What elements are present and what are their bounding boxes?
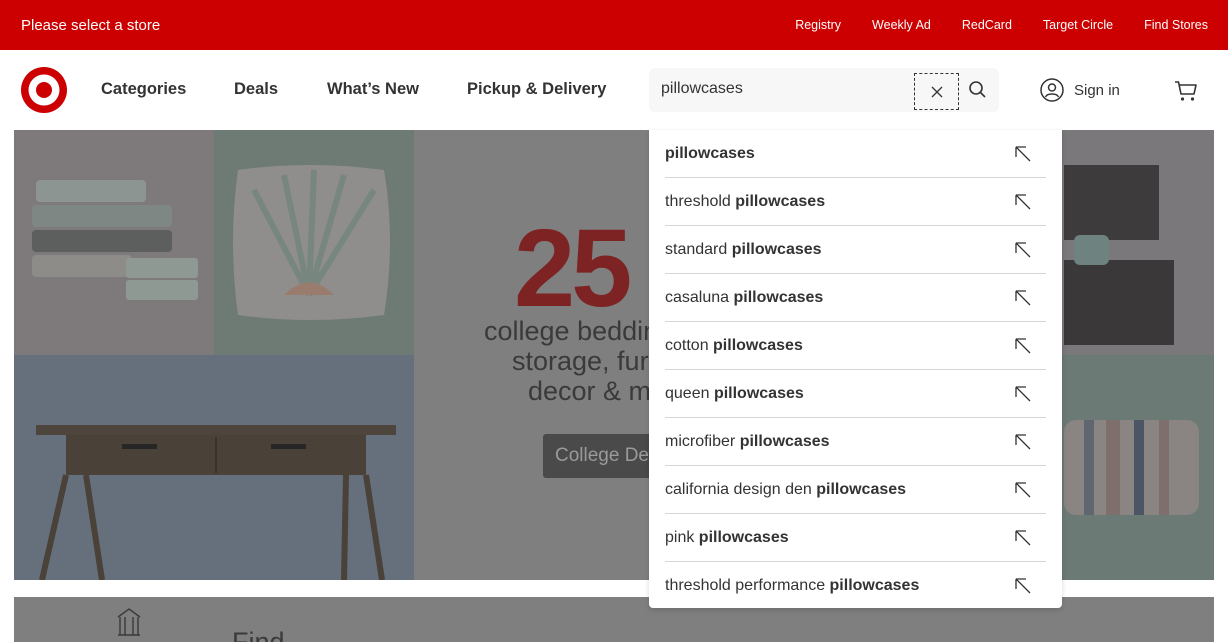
suggestion-text: queen pillowcases	[665, 385, 804, 403]
suggestion-item[interactable]: pink pillowcases	[665, 514, 1046, 562]
suggestion-item[interactable]: casaluna pillowcases	[665, 274, 1046, 322]
cart-icon[interactable]	[1174, 79, 1198, 103]
suggestion-prefix: cotton	[665, 337, 714, 354]
nav-pickup-delivery[interactable]: Pickup & Delivery	[467, 80, 606, 99]
select-store-link[interactable]: Please select a store	[21, 17, 160, 34]
suggestion-term: pillowcases	[739, 433, 830, 450]
account-icon	[1040, 78, 1064, 102]
lumbar-pillow-image	[1044, 355, 1214, 580]
suggestion-item[interactable]: cotton pillowcases	[665, 322, 1046, 370]
suggestion-term: pillowcases	[816, 481, 907, 498]
suggestion-term: pillowcases	[665, 145, 755, 162]
suggestion-text: microfiber pillowcases	[665, 433, 830, 451]
suggestion-item[interactable]: standard pillowcases	[665, 226, 1046, 274]
suggestion-item[interactable]: pillowcases	[665, 130, 1046, 178]
pillow-image	[214, 130, 414, 355]
suggestion-text: california design den pillowcases	[665, 481, 906, 499]
towels-image	[14, 130, 214, 355]
registry-icon	[117, 608, 141, 636]
suggestion-text: pillowcases	[665, 145, 755, 163]
fill-query-arrow-icon[interactable]	[1014, 577, 1032, 595]
suggestion-item[interactable]: queen pillowcases	[665, 370, 1046, 418]
suggestion-prefix: threshold	[665, 193, 736, 210]
suggestion-item[interactable]: california design den pillowcases	[665, 466, 1046, 514]
suggestion-prefix: threshold performance	[665, 577, 830, 594]
suggestion-term: pillowcases	[731, 241, 822, 258]
target-circle-link[interactable]: Target Circle	[1043, 18, 1113, 32]
promo-line-2: storage, furn	[512, 346, 664, 376]
suggestion-prefix: pink	[665, 529, 699, 546]
suggestion-term: pillowcases	[733, 289, 824, 306]
suggestion-prefix: california design den	[665, 481, 817, 498]
fill-query-arrow-icon[interactable]	[1014, 289, 1032, 307]
site-header: Categories Deals What’s New Pickup & Del…	[0, 50, 1228, 130]
suggestion-prefix: casaluna	[665, 289, 734, 306]
search-suggestions-dropdown: pillowcases threshold pillowcases standard…	[649, 130, 1062, 608]
suggestion-item[interactable]: threshold performance pillowcases	[665, 562, 1046, 610]
suggestion-text: threshold pillowcases	[665, 193, 825, 211]
close-icon	[931, 86, 942, 97]
registry-link[interactable]: Registry	[795, 18, 841, 32]
fill-query-arrow-icon[interactable]	[1014, 385, 1032, 403]
search-icon[interactable]	[967, 79, 989, 101]
redcard-link[interactable]: RedCard	[962, 18, 1012, 32]
promo-line-3: decor & m	[528, 376, 652, 406]
sign-in-label: Sign in	[1074, 81, 1120, 99]
fill-query-arrow-icon[interactable]	[1014, 529, 1032, 547]
target-bullseye-icon[interactable]	[21, 67, 67, 113]
suggestion-text: casaluna pillowcases	[665, 289, 823, 307]
utility-links: Registry Weekly Ad RedCard Target Circle…	[795, 18, 1228, 32]
find-stores-link[interactable]: Find Stores	[1144, 18, 1208, 32]
fill-query-arrow-icon[interactable]	[1014, 193, 1032, 211]
promo-line-1: college beddin	[484, 316, 659, 346]
clear-search-button[interactable]	[914, 73, 959, 110]
search-bar	[649, 68, 999, 112]
weekly-ad-link[interactable]: Weekly Ad	[872, 18, 931, 32]
suggestion-prefix: standard	[665, 241, 732, 258]
suggestion-text: standard pillowcases	[665, 241, 822, 259]
fill-query-arrow-icon[interactable]	[1014, 337, 1032, 355]
suggestion-term: pillowcases	[713, 385, 804, 402]
suggestion-item[interactable]: microfiber pillowcases	[665, 418, 1046, 466]
top-bar: Please select a store Registry Weekly Ad…	[0, 0, 1228, 50]
fill-query-arrow-icon[interactable]	[1014, 433, 1032, 451]
suggestion-prefix: queen	[665, 385, 714, 402]
suggestion-item[interactable]: threshold pillowcases	[665, 178, 1046, 226]
search-input[interactable]	[661, 80, 901, 98]
nav-whats-new[interactable]: What’s New	[327, 80, 419, 99]
sign-in-button[interactable]: Sign in	[1040, 78, 1120, 102]
fill-query-arrow-icon[interactable]	[1014, 145, 1032, 163]
desk-image	[14, 355, 414, 580]
suggestion-text: pink pillowcases	[665, 529, 789, 547]
nav-categories[interactable]: Categories	[101, 80, 186, 99]
suggestion-term: pillowcases	[735, 193, 826, 210]
suggestion-term: pillowcases	[713, 337, 803, 354]
suggestion-text: threshold performance pillowcases	[665, 577, 919, 595]
nav-deals[interactable]: Deals	[234, 80, 278, 99]
suggestion-prefix: microfiber	[665, 433, 740, 450]
promo-percentage: 25	[514, 207, 632, 330]
bottom-banner-text: Find	[232, 627, 285, 642]
suggestion-term: pillowcases	[698, 529, 789, 546]
storage-bin-image	[1044, 130, 1214, 355]
suggestion-term: pillowcases	[829, 577, 920, 594]
fill-query-arrow-icon[interactable]	[1014, 241, 1032, 259]
fill-query-arrow-icon[interactable]	[1014, 481, 1032, 499]
suggestion-text: cotton pillowcases	[665, 337, 803, 355]
